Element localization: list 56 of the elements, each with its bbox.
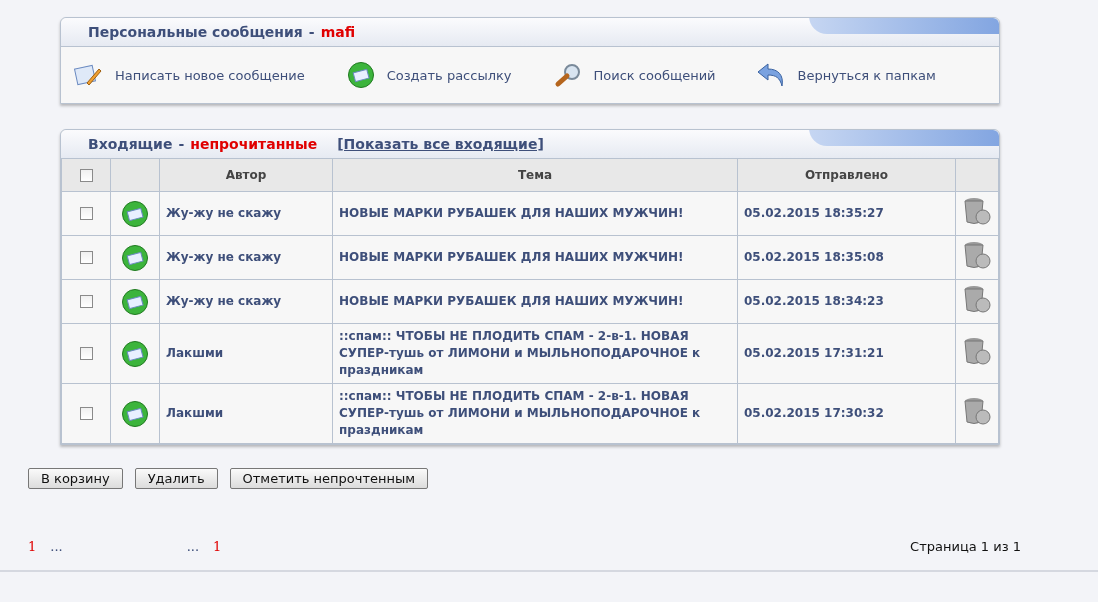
separator: - <box>308 24 315 40</box>
subject-link[interactable]: НОВЫЕ МАРКИ РУБАШЕК ДЛЯ НАШИХ МУЖЧИН! <box>332 279 738 324</box>
column-header[interactable]: Тема <box>332 159 738 192</box>
envelope-icon <box>346 61 375 89</box>
envelope-icon <box>121 399 149 428</box>
show-all-link[interactable]: [Показать все входящие] <box>337 136 544 152</box>
separator: - <box>178 136 185 152</box>
column-header[interactable]: Автор <box>159 159 333 192</box>
trash-can-icon[interactable] <box>962 284 992 314</box>
envelope-icon <box>121 199 149 228</box>
subject-link[interactable]: НОВЫЕ МАРКИ РУБАШЕК ДЛЯ НАШИХ МУЖЧИН! <box>332 235 738 280</box>
envelope-icon <box>121 339 149 368</box>
author-link[interactable]: Лакшми <box>159 323 333 384</box>
sent-date-cell: 05.02.2015 17:31:21 <box>737 323 956 384</box>
sent-date-cell: 05.02.2015 18:35:27 <box>737 191 956 236</box>
trash-can-icon[interactable] <box>962 336 992 366</box>
envelope-icon <box>121 287 149 316</box>
page-link[interactable]: 1 <box>213 538 222 554</box>
filter-label: непрочитанные <box>190 136 318 152</box>
sent-date-cell: 05.02.2015 18:35:08 <box>737 235 956 280</box>
author-link[interactable]: Жу-жу не скажу <box>159 235 333 280</box>
subject-link[interactable]: ::спам:: ЧТОБЫ НЕ ПЛОДИТЬ СПАМ - 2-в-1. НОВАЯ СУПЕР-тушь от ЛИМОНИ и МЫЛЬНОПОДАРОЧНОЕ к праздникам <box>332 323 738 384</box>
page-link[interactable]: 1 <box>28 538 37 554</box>
panel-title: Входящие <box>88 136 173 152</box>
checkbox[interactable] <box>79 169 93 182</box>
action-link[interactable]: Поиск сообщений <box>593 67 716 83</box>
username: mafi <box>320 24 356 40</box>
author-link[interactable]: Лакшми <box>159 383 333 444</box>
checkbox[interactable] <box>79 295 93 308</box>
checkbox[interactable] <box>79 251 93 264</box>
trash-can-icon[interactable] <box>962 196 992 226</box>
action-link[interactable]: Написать новое сообщение <box>115 67 305 83</box>
page-status: Страница 1 из 1 <box>910 538 1021 554</box>
action-link[interactable]: Создать рассылку <box>386 67 512 83</box>
author-link[interactable]: Жу-жу не скажу <box>159 191 333 236</box>
action-button[interactable]: Отметить непрочтенным <box>229 468 429 489</box>
sent-date-cell: 05.02.2015 17:30:32 <box>737 383 956 444</box>
magnifier-icon <box>553 62 582 88</box>
author-link[interactable]: Жу-жу не скажу <box>159 279 333 324</box>
sent-date-cell: 05.02.2015 18:34:23 <box>737 279 956 324</box>
checkbox[interactable] <box>79 407 93 420</box>
action-button[interactable]: В корзину <box>28 468 123 489</box>
column-header[interactable]: Отправлено <box>737 159 956 192</box>
action-link[interactable]: Вернуться к папкам <box>797 67 936 83</box>
checkbox[interactable] <box>79 207 93 220</box>
trash-can-icon[interactable] <box>962 240 992 270</box>
ellipsis[interactable]: ... <box>50 538 63 554</box>
back-arrow-icon <box>755 61 786 89</box>
envelope-icon <box>121 243 149 272</box>
ellipsis[interactable]: ... <box>186 538 200 554</box>
action-button[interactable]: Удалить <box>134 468 218 489</box>
subject-link[interactable]: ::спам:: ЧТОБЫ НЕ ПЛОДИТЬ СПАМ - 2-в-1. НОВАЯ СУПЕР-тушь от ЛИМОНИ и МЫЛЬНОПОДАРОЧНОЕ к праздникам <box>332 383 738 444</box>
subject-link[interactable]: НОВЫЕ МАРКИ РУБАШЕК ДЛЯ НАШИХ МУЖЧИН! <box>332 191 738 236</box>
trash-can-icon[interactable] <box>962 396 992 426</box>
panel-title: Персональные сообщения <box>88 24 303 40</box>
checkbox[interactable] <box>79 347 93 360</box>
